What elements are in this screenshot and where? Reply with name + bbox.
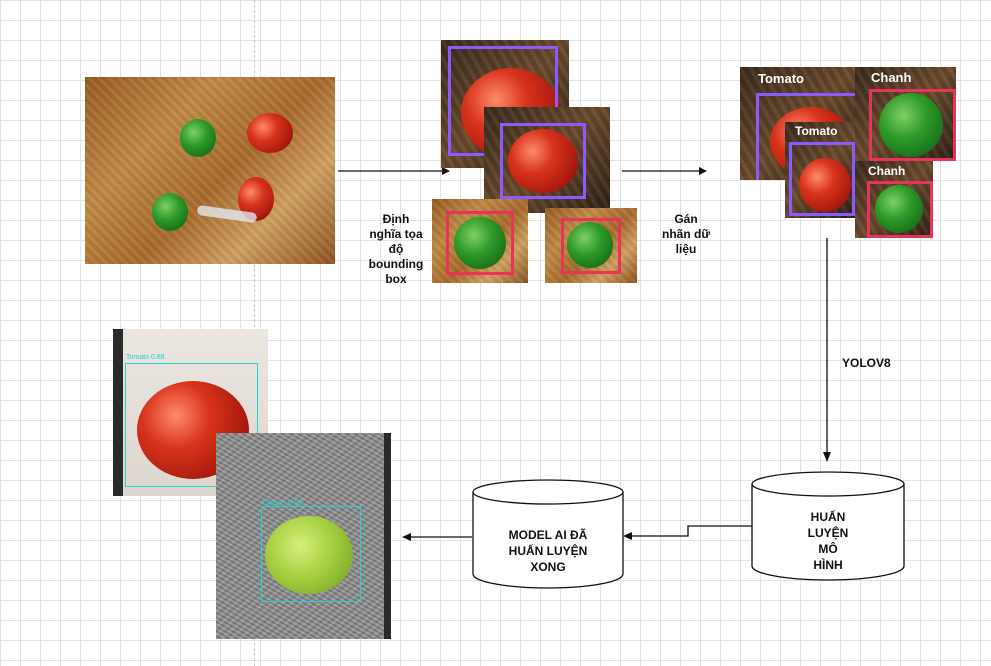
label-define-bbox-line-4: bounding	[368, 257, 424, 271]
arrow-to-bbox	[338, 167, 450, 175]
crop-tomato-2	[484, 107, 610, 213]
arrow-to-training	[823, 238, 831, 462]
label-label-data-line-1: Gán	[674, 212, 698, 226]
model-label-line-2: HUẤN LUYỆN	[508, 544, 588, 558]
training-label-line-2: LUYỆN	[807, 526, 849, 540]
label-define-bbox-line-5: box	[385, 272, 407, 286]
crop-lime-1	[432, 199, 528, 283]
result-lime-bbox	[261, 506, 361, 602]
label-define-bbox-line-3: độ	[388, 242, 404, 256]
tag-tomato-1: Tomato	[758, 71, 804, 86]
label-label-data-line-2: nhãn dữ	[661, 227, 711, 241]
label-define-bbox-line-2: nghĩa tọa	[369, 227, 423, 241]
training-label-line-1: HUẤN	[810, 510, 846, 524]
label-yolov8: YOLOV8	[842, 356, 891, 370]
bbox-lime-1	[446, 211, 514, 275]
labeled-lime-1: Chanh	[855, 67, 956, 161]
tag-chanh-2: Chanh	[868, 164, 906, 178]
labeled-bbox-tomato-2	[789, 142, 855, 216]
tomato-1	[247, 113, 293, 153]
model-label-line-3: XONG	[530, 560, 566, 574]
lime-1	[180, 119, 216, 157]
label-define-bbox-line-1: Định	[382, 212, 410, 226]
bbox-lime-2	[561, 218, 621, 274]
training-label-line-3: MÔ	[818, 542, 838, 556]
lime-2	[152, 193, 188, 231]
arrow-to-model	[623, 525, 752, 540]
bbox-tomato-2	[500, 123, 586, 199]
arrow-to-results	[402, 533, 472, 541]
label-label-data: Gán nhãn dữ liệu	[652, 212, 720, 257]
crop-lime-2	[545, 208, 637, 283]
result-tomato-dark-edge	[113, 329, 123, 496]
model-database-label: MODEL AI ĐÃ HUẤN LUYỆN XONG	[486, 527, 610, 575]
labeled-tomato-2: Tomato	[785, 122, 855, 218]
result-tomato-label: Tomato 0.88	[126, 354, 165, 361]
labeled-bbox-lime-1	[869, 89, 956, 161]
labeled-lime-2: Chanh	[855, 161, 933, 238]
result-lime-dark-edge	[384, 433, 391, 639]
label-label-data-line-3: liệu	[675, 242, 697, 256]
result-lime-label: Chanh 0.88	[262, 498, 304, 507]
tag-tomato-2: Tomato	[795, 124, 838, 138]
training-label-line-4: HÌNH	[813, 558, 843, 572]
arrow-to-labeling	[622, 167, 707, 175]
result-lime-photo: Chanh 0.88	[216, 433, 391, 639]
training-database-label: HUẤN LUYỆN MÔ HÌNH	[780, 509, 876, 573]
source-photo	[85, 77, 335, 264]
tag-chanh-1: Chanh	[871, 70, 912, 85]
label-define-bbox: Định nghĩa tọa độ bounding box	[358, 212, 434, 287]
model-label-line-1: MODEL AI ĐÃ	[508, 528, 588, 542]
labeled-bbox-lime-2	[867, 181, 933, 238]
